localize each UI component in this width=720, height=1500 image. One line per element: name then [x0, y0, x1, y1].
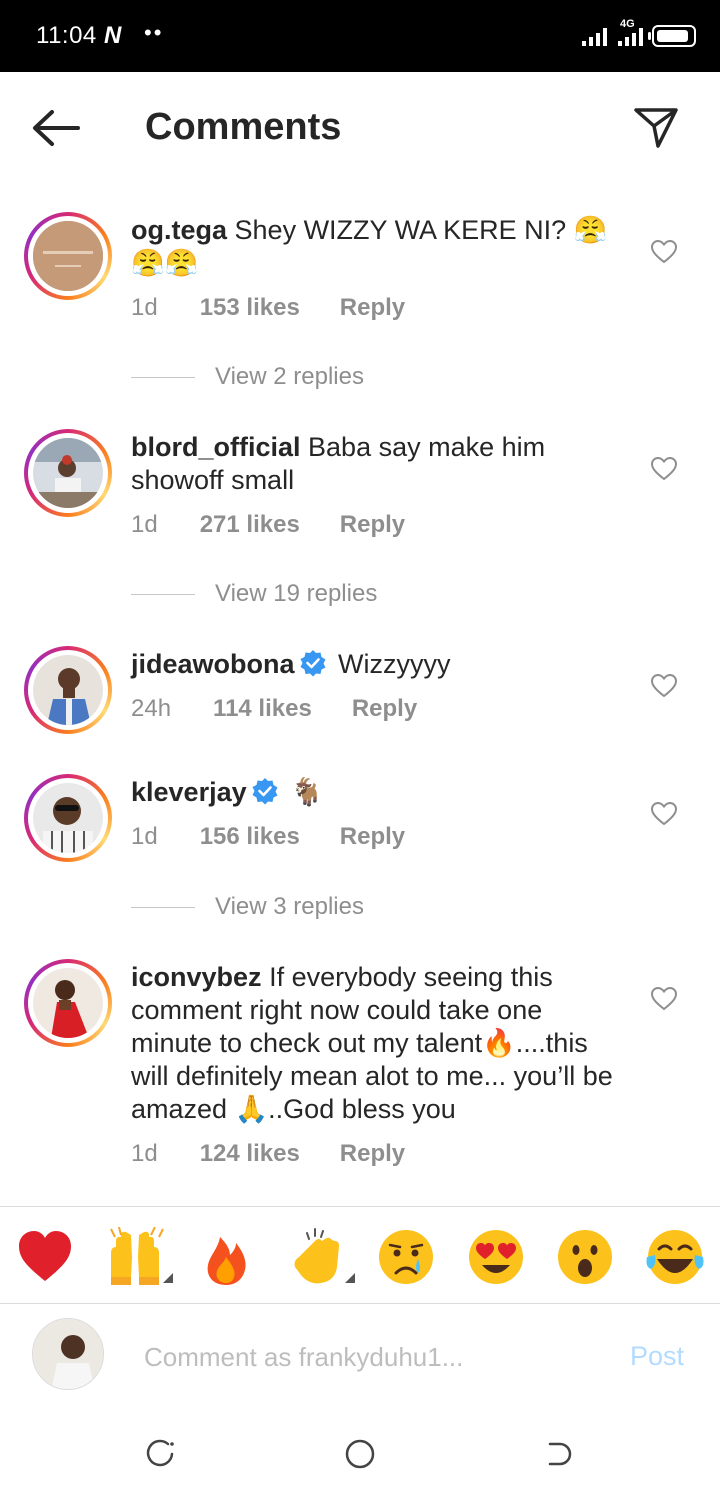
comment-likes[interactable]: 153 likes: [200, 294, 300, 322]
view-replies-button[interactable]: View 2 replies: [131, 363, 364, 391]
comment-text: 🐐: [290, 777, 324, 808]
comment-username[interactable]: blord_official: [131, 432, 301, 462]
view-replies-label: View 2 replies: [215, 363, 364, 390]
recent-apps-icon[interactable]: [142, 1436, 178, 1472]
like-heart-icon[interactable]: [651, 674, 677, 698]
like-heart-icon[interactable]: [651, 802, 677, 826]
clapping-hands-variants-indicator: [287, 1227, 355, 1287]
back-arrow-icon[interactable]: [30, 108, 82, 148]
my-avatar[interactable]: [32, 1318, 104, 1390]
view-replies-label: View 3 replies: [215, 893, 364, 920]
avatar[interactable]: [24, 646, 112, 734]
comment-meta: 24h 114 likes Reply: [131, 695, 417, 723]
quick-emoji-bar: [0, 1206, 720, 1304]
comment-input[interactable]: [144, 1337, 604, 1377]
comment-username[interactable]: iconvybez: [131, 962, 262, 992]
battery-icon: [648, 25, 696, 47]
comment-meta: 1d 153 likes Reply: [131, 294, 405, 322]
comment-likes[interactable]: 156 likes: [200, 823, 300, 851]
comment-meta: 1d 156 likes Reply: [131, 823, 405, 851]
reply-button[interactable]: Reply: [340, 823, 405, 851]
like-heart-icon[interactable]: [651, 987, 677, 1011]
wifi-signal-icon: [582, 28, 607, 46]
page-title: Comments: [145, 106, 342, 148]
fire-emoji-button[interactable]: [196, 1227, 256, 1287]
red-heart-emoji-button[interactable]: [15, 1227, 75, 1287]
post-button[interactable]: Post: [630, 1341, 684, 1372]
comment-likes[interactable]: 271 likes: [200, 511, 300, 539]
comment-time: 1d: [131, 511, 158, 538]
avatar[interactable]: [24, 959, 112, 1047]
system-navigation-bar: [0, 1410, 720, 1500]
comment-username[interactable]: og.tega: [131, 215, 227, 245]
raising-hands-variants-indicator: [105, 1227, 173, 1287]
avatar[interactable]: [24, 212, 112, 300]
comment-time: 1d: [131, 1140, 158, 1167]
like-heart-icon[interactable]: [651, 457, 677, 481]
battery-fill: [657, 30, 688, 42]
crying-face-emoji-button[interactable]: [376, 1227, 436, 1287]
notification-n-icon: N: [104, 22, 122, 49]
comment-time: 1d: [131, 294, 158, 321]
surprised-face-emoji-button[interactable]: [555, 1227, 615, 1287]
verified-badge-icon: [300, 650, 326, 677]
comment-time: 24h: [131, 695, 172, 722]
comment-input-bar: Post: [0, 1305, 720, 1410]
comment-likes[interactable]: 114 likes: [213, 695, 312, 723]
comment-meta: 1d 124 likes Reply: [131, 1140, 405, 1168]
reply-button[interactable]: Reply: [352, 695, 417, 723]
view-replies-button[interactable]: View 19 replies: [131, 580, 377, 608]
cell-signal-icon: [618, 28, 643, 46]
comment-likes[interactable]: 124 likes: [200, 1140, 300, 1168]
reply-button[interactable]: Reply: [340, 1140, 405, 1168]
tears-of-joy-emoji-button[interactable]: [645, 1227, 705, 1287]
reply-button[interactable]: Reply: [340, 294, 405, 322]
comment-meta: 1d 271 likes Reply: [131, 511, 405, 539]
like-heart-icon[interactable]: [651, 240, 677, 264]
view-replies-button[interactable]: View 3 replies: [131, 893, 364, 921]
comment-username[interactable]: kleverjay: [131, 777, 247, 807]
header: Comments: [0, 72, 720, 184]
comment-time: 1d: [131, 823, 158, 850]
home-icon[interactable]: [342, 1436, 378, 1472]
avatar[interactable]: [24, 429, 112, 517]
back-nav-icon[interactable]: [542, 1436, 578, 1472]
verified-badge-icon: [252, 778, 278, 805]
reply-button[interactable]: Reply: [340, 511, 405, 539]
comment-username[interactable]: jideawobona: [131, 649, 295, 679]
avatar[interactable]: [24, 774, 112, 862]
notification-dots: ••: [144, 20, 164, 45]
status-time: 11:04: [36, 22, 97, 49]
view-replies-label: View 19 replies: [215, 580, 378, 607]
comment-text: Wizzyyyy: [338, 649, 451, 679]
send-direct-icon[interactable]: [632, 104, 680, 152]
status-bar: 11:04 N •• 4G: [0, 0, 720, 72]
heart-eyes-emoji-button[interactable]: [466, 1227, 526, 1287]
